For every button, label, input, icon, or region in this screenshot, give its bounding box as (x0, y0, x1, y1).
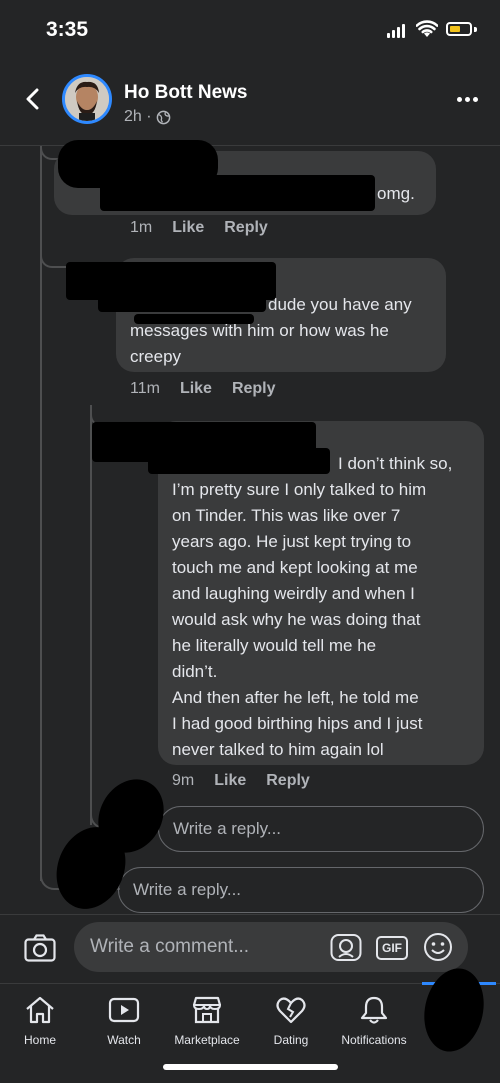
home-icon (26, 996, 54, 1024)
status-time: 3:35 (46, 18, 89, 41)
comment-placeholder: Write a comment... (90, 936, 250, 957)
comment-time: 1m (130, 219, 153, 236)
post-time: 2h · (124, 108, 152, 125)
comment-text: omg. (377, 184, 415, 203)
smiley-icon (424, 933, 452, 961)
gif-label: GIF (382, 941, 402, 955)
emoji-button[interactable] (423, 932, 453, 967)
comment-text-line: he literally would tell me he (172, 636, 377, 655)
like-button[interactable]: Like (172, 219, 204, 237)
comment-actions: 9m Like Reply (172, 772, 330, 790)
wifi-icon (415, 20, 439, 43)
home-indicator (163, 1064, 338, 1070)
tab-label: Dating (273, 1033, 309, 1047)
comment-text-line: on Tinder. This was like over 7 (172, 506, 401, 525)
reply-button[interactable]: Reply (224, 219, 268, 237)
page-avatar[interactable] (62, 74, 112, 124)
reply-placeholder: Write a reply... (133, 880, 242, 899)
page-name[interactable]: Ho Bott News (124, 82, 248, 104)
tab-label: Marketplace (174, 1033, 240, 1047)
globe-icon (156, 110, 170, 124)
redaction (134, 314, 254, 324)
comment-text-line: didn’t. (172, 662, 218, 681)
signal-icon (387, 24, 407, 38)
comment-time: 9m (172, 772, 195, 789)
tab-label: Watch (107, 1033, 141, 1047)
comment-text-line: years ago. He just kept trying to (172, 532, 412, 551)
more-options-button[interactable] (457, 97, 478, 102)
tab-home[interactable]: Home (0, 995, 85, 1047)
gif-button[interactable]: GIF (376, 936, 408, 960)
redaction (148, 448, 330, 474)
reply-placeholder: Write a reply... (173, 819, 282, 838)
tab-watch[interactable]: Watch (79, 995, 169, 1047)
like-button[interactable]: Like (180, 380, 212, 398)
comment-text-line: creepy (130, 347, 182, 366)
tab-label: Notifications (341, 1033, 407, 1047)
comment-text-line: and laughing weirdly and when I (172, 584, 415, 603)
avatar-sticker-icon (330, 934, 362, 961)
tab-notifications[interactable]: Notifications (329, 995, 419, 1047)
dating-icon (276, 997, 306, 1024)
reply-input[interactable]: Write a reply... (158, 806, 484, 852)
camera-button[interactable] (24, 934, 56, 962)
battery-tip (474, 27, 477, 32)
post-meta: 2h · (124, 108, 171, 126)
reply-button[interactable]: Reply (266, 772, 310, 790)
comment-text-line: touch me and kept looking at me (172, 558, 418, 577)
camera-icon (24, 934, 56, 962)
like-button[interactable]: Like (214, 772, 246, 790)
comment-text-line: I don’t think so, (338, 454, 453, 473)
watch-icon (108, 997, 140, 1023)
chevron-left-icon (26, 88, 39, 110)
comment-text-line: would ask why he was doing that (172, 610, 421, 629)
comment-text-line: I had good birthing hips and I just (172, 714, 423, 733)
reply-input[interactable]: Write a reply... (118, 867, 484, 913)
avatar-sticker-button[interactable] (330, 932, 362, 967)
comment-text-line: And then after he left, he told me (172, 688, 419, 707)
reply-button[interactable]: Reply (232, 380, 276, 398)
bell-icon (360, 996, 388, 1024)
comment-text-line: never talked to him again lol (172, 740, 384, 759)
tab-marketplace[interactable]: Marketplace (162, 995, 252, 1047)
thread-line-inner (90, 405, 92, 825)
tab-label: Home (23, 1033, 56, 1047)
redaction (100, 175, 375, 211)
comment-text-line: I’m pretty sure I only talked to him (172, 480, 427, 499)
tab-menu[interactable] (416, 962, 492, 1058)
comment-actions: 11m Like Reply (130, 380, 296, 398)
comment-input[interactable]: Write a comment... (74, 922, 468, 972)
battery-icon (446, 22, 472, 36)
tab-dating[interactable]: Dating (246, 995, 336, 1047)
comment-actions: 1m Like Reply (130, 219, 288, 237)
comment-text-line: dude you have any (268, 295, 412, 314)
redaction (98, 282, 266, 312)
comment-time: 11m (130, 380, 160, 397)
menu-avatar-icon (416, 962, 492, 1058)
back-button[interactable] (22, 88, 44, 110)
marketplace-icon (192, 996, 222, 1024)
